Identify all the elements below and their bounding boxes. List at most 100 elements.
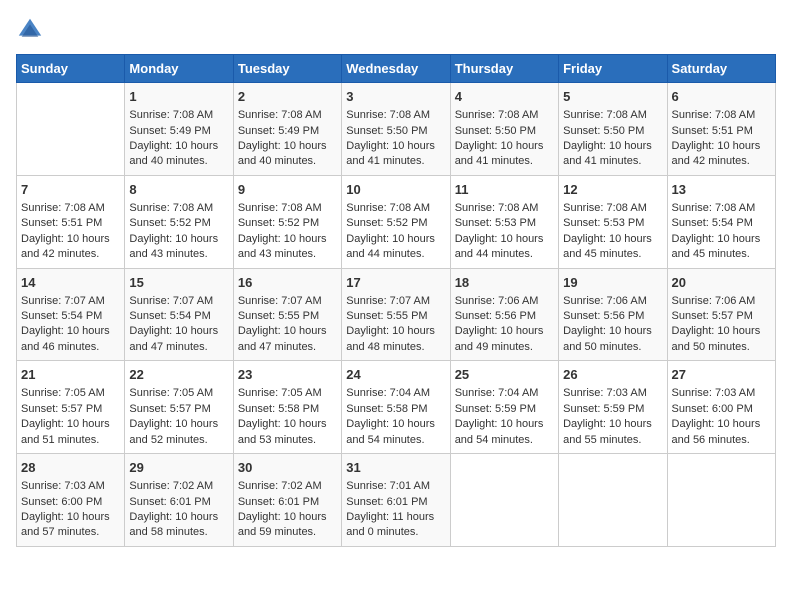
sunrise-text: Sunrise: 7:07 AM [346,295,430,307]
day-number: 11 [455,181,554,199]
daylight-text-1: Daylight: 10 hours [21,511,110,523]
sunrise-text: Sunrise: 7:08 AM [455,109,539,121]
calendar-cell: 4Sunrise: 7:08 AMSunset: 5:50 PMDaylight… [450,83,558,176]
header-day-saturday: Saturday [667,55,775,83]
daylight-text-2: and 54 minutes. [455,434,533,446]
sunset-text: Sunset: 5:52 PM [238,217,319,229]
day-number: 18 [455,274,554,292]
sunset-text: Sunset: 6:00 PM [672,403,753,415]
day-number: 27 [672,366,771,384]
week-row-0: 1 Sunrise: 7:08 AM Sunset: 5:49 PM Daylight… [17,83,776,176]
daylight-text-1: Daylight: 10 hours [21,325,110,337]
sunrise-text: Sunrise: 7:06 AM [455,295,539,307]
daylight-text-1: Daylight: 10 hours [238,140,327,152]
daylight-text-2: and 41 minutes. [563,155,641,167]
day-number: 2 [238,88,337,106]
day-number: 3 [346,88,445,106]
calendar-cell: 2Sunrise: 7:08 AMSunset: 5:49 PMDaylight… [233,83,341,176]
header-day-wednesday: Wednesday [342,55,450,83]
daylight-text-1: Daylight: 10 hours [672,233,761,245]
sunset-text: Sunset: 5:59 PM [455,403,536,415]
header-day-thursday: Thursday [450,55,558,83]
sunset-text: Sunset: 5:56 PM [563,310,644,322]
calendar-cell [450,454,558,547]
calendar-cell: 28Sunrise: 7:03 AMSunset: 6:00 PMDayligh… [17,454,125,547]
calendar-cell: 26Sunrise: 7:03 AMSunset: 5:59 PMDayligh… [559,361,667,454]
calendar-cell: 23Sunrise: 7:05 AMSunset: 5:58 PMDayligh… [233,361,341,454]
daylight-text-1: Daylight: 10 hours [346,140,435,152]
sunset-text: Sunset: 5:51 PM [672,125,753,137]
daylight-text-1: Daylight: 10 hours [455,233,544,245]
daylight-text-1: Daylight: 10 hours [129,418,218,430]
calendar-body: 1 Sunrise: 7:08 AM Sunset: 5:49 PM Daylight… [17,83,776,547]
sunrise-text: Sunrise: 7:06 AM [672,295,756,307]
header-day-friday: Friday [559,55,667,83]
calendar-cell: 27 Sunrise: 7:03 AM Sunset: 6:00 PM Dayligh… [667,361,775,454]
sunset-text: Sunset: 5:54 PM [129,310,210,322]
calendar-cell: 21Sunrise: 7:05 AMSunset: 5:57 PMDayligh… [17,361,125,454]
calendar-cell: 22Sunrise: 7:05 AMSunset: 5:57 PMDayligh… [125,361,233,454]
day-number: 24 [346,366,445,384]
daylight-text-1: Daylight: 10 hours [129,233,218,245]
daylight-text-2: and 56 minutes. [672,434,750,446]
day-number: 19 [563,274,662,292]
day-number: 13 [672,181,771,199]
week-row-3: 21Sunrise: 7:05 AMSunset: 5:57 PMDayligh… [17,361,776,454]
daylight-text-2: and 51 minutes. [21,434,99,446]
day-number: 8 [129,181,228,199]
calendar-cell: 8Sunrise: 7:08 AMSunset: 5:52 PMDaylight… [125,175,233,268]
sunrise-text: Sunrise: 7:07 AM [129,295,213,307]
daylight-text-2: and 43 minutes. [238,248,316,260]
calendar-cell: 30Sunrise: 7:02 AMSunset: 6:01 PMDayligh… [233,454,341,547]
day-number: 15 [129,274,228,292]
sunrise-text: Sunrise: 7:07 AM [238,295,322,307]
daylight-text-2: and 50 minutes. [672,341,750,353]
daylight-text-1: Daylight: 10 hours [563,140,652,152]
sunset-text: Sunset: 5:58 PM [238,403,319,415]
sunrise-text: Sunrise: 7:03 AM [672,387,756,399]
daylight-text-2: and 47 minutes. [129,341,207,353]
calendar-cell: 11 Sunrise: 7:08 AM Sunset: 5:53 PM Dayligh… [450,175,558,268]
daylight-text-1: Daylight: 10 hours [455,325,544,337]
daylight-text-2: and 44 minutes. [346,248,424,260]
calendar-cell: 10Sunrise: 7:08 AMSunset: 5:52 PMDayligh… [342,175,450,268]
sunset-text: Sunset: 5:50 PM [563,125,644,137]
day-number: 1 [129,88,228,106]
calendar-cell: 5Sunrise: 7:08 AMSunset: 5:50 PMDaylight… [559,83,667,176]
day-number: 10 [346,181,445,199]
daylight-text-1: Daylight: 10 hours [455,418,544,430]
daylight-text-2: and 45 minutes. [563,248,641,260]
calendar-cell: 14Sunrise: 7:07 AMSunset: 5:54 PMDayligh… [17,268,125,361]
calendar-cell: 19Sunrise: 7:06 AMSunset: 5:56 PMDayligh… [559,268,667,361]
sunset-text: Sunset: 5:53 PM [455,217,536,229]
day-number: 29 [129,459,228,477]
daylight-text-2: and 50 minutes. [563,341,641,353]
sunrise-text: Sunrise: 7:08 AM [21,202,105,214]
day-number: 20 [672,274,771,292]
sunrise-text: Sunrise: 7:08 AM [455,202,539,214]
daylight-text-1: Daylight: 10 hours [672,418,761,430]
daylight-text-1: Daylight: 10 hours [238,325,327,337]
sunset-text: Sunset: 5:56 PM [455,310,536,322]
daylight-text-2: and 0 minutes. [346,526,418,538]
day-number: 16 [238,274,337,292]
daylight-text-2: and 57 minutes. [21,526,99,538]
sunset-text: Sunset: 5:54 PM [672,217,753,229]
week-row-2: 14Sunrise: 7:07 AMSunset: 5:54 PMDayligh… [17,268,776,361]
daylight-text-1: Daylight: 10 hours [129,140,218,152]
sunset-text: Sunset: 5:57 PM [672,310,753,322]
daylight-text-1: Daylight: 11 hours [346,511,434,523]
sunset-text: Sunset: 5:55 PM [238,310,319,322]
daylight-text-2: and 52 minutes. [129,434,207,446]
calendar-cell: 7Sunrise: 7:08 AMSunset: 5:51 PMDaylight… [17,175,125,268]
sunset-text: Sunset: 5:49 PM [129,125,210,137]
daylight-text-2: and 54 minutes. [346,434,424,446]
sunset-text: Sunset: 5:51 PM [21,217,102,229]
sunset-text: Sunset: 5:52 PM [346,217,427,229]
logo-icon [16,16,44,44]
header-row: SundayMondayTuesdayWednesdayThursdayFrid… [17,55,776,83]
sunset-text: Sunset: 5:50 PM [455,125,536,137]
calendar-cell: 31Sunrise: 7:01 AMSunset: 6:01 PMDayligh… [342,454,450,547]
sunset-text: Sunset: 5:55 PM [346,310,427,322]
day-number: 30 [238,459,337,477]
